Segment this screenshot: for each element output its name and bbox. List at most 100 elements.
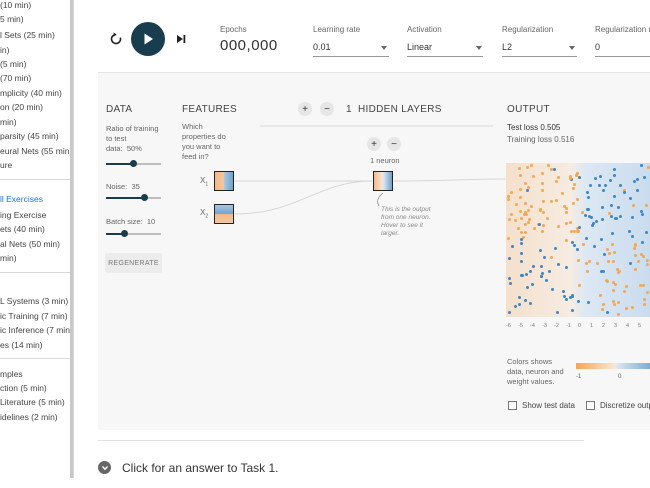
data-point (612, 289, 616, 293)
data-point (540, 188, 544, 192)
feature-x2-node[interactable] (214, 204, 234, 224)
data-point (577, 283, 581, 287)
color-legend-text: Colors shows data, neuron and weight val… (507, 357, 564, 386)
data-point (571, 309, 575, 313)
noise-slider[interactable] (106, 194, 161, 201)
data-point (645, 259, 649, 263)
data-point (601, 189, 605, 193)
slider-thumb[interactable] (121, 230, 129, 237)
data-point (632, 203, 636, 207)
data-point (635, 189, 639, 193)
slider-thumb[interactable] (130, 160, 137, 167)
data-point (586, 191, 590, 195)
data-point (623, 290, 627, 294)
data-point (529, 302, 533, 306)
data-point (562, 290, 566, 294)
data-point (527, 218, 531, 222)
data-point (531, 265, 535, 269)
data-point (523, 230, 527, 234)
sidebar-item[interactable]: mples (0, 369, 23, 379)
data-point (575, 248, 579, 252)
step-button[interactable] (172, 30, 190, 48)
sidebar-item[interactable]: ets (40 min) (0, 224, 45, 234)
x-tick-label: -5 (518, 323, 523, 329)
data-point (514, 304, 517, 308)
sidebar-divider (0, 358, 72, 359)
regularization-rate-value: 0 (595, 42, 601, 52)
sidebar-item[interactable]: eural Nets (55 min) (0, 146, 72, 156)
discretize-output-checkbox[interactable] (586, 401, 595, 410)
slider-thumb[interactable] (141, 194, 148, 201)
sidebar-item[interactable]: (10 min) (0, 0, 31, 10)
data-point (639, 164, 643, 168)
data-point (612, 302, 616, 306)
sidebar-section-header[interactable]: ll Exercises (0, 194, 43, 204)
hidden-neuron-node[interactable] (373, 171, 393, 191)
sidebar-item[interactable]: (70 min) (0, 73, 31, 83)
data-point (511, 244, 515, 248)
data-point (599, 294, 603, 298)
data-point (519, 231, 523, 235)
sidebar-item[interactable]: ing Exercise (0, 210, 46, 220)
data-point (644, 203, 648, 207)
data-point (564, 221, 568, 225)
data-point (541, 182, 545, 186)
data-point (612, 167, 616, 171)
sidebar-item[interactable]: al Nets (50 min) (0, 239, 60, 249)
data-point (525, 165, 529, 169)
data-point (613, 195, 617, 199)
step-icon (177, 35, 186, 43)
sidebar-item[interactable]: idelines (2 min) (0, 412, 58, 422)
data-point (641, 241, 645, 245)
data-point (633, 267, 637, 271)
sidebar-item[interactable]: l Sets (25 min) (0, 30, 55, 40)
features-section-title: FEATURES (182, 104, 237, 115)
sidebar-item[interactable]: ic Training (7 min) (0, 311, 68, 321)
reset-button[interactable] (107, 30, 125, 48)
data-point (545, 216, 549, 220)
sidebar-item[interactable]: Literature (5 min) (0, 397, 65, 407)
output-heatmap[interactable] (506, 163, 650, 317)
sidebar-item[interactable]: ic Inference (7 min) (0, 325, 73, 335)
sidebar-item[interactable]: on (20 min) (0, 102, 43, 112)
sidebar-item[interactable]: ction (5 min) (0, 383, 47, 393)
sidebar-item[interactable]: in) (0, 45, 9, 55)
show-test-data-checkbox[interactable] (508, 401, 517, 410)
data-point (576, 230, 580, 234)
data-point (526, 188, 530, 192)
train-test-ratio-slider[interactable] (106, 160, 161, 167)
sidebar-item[interactable]: (5 min) (0, 59, 26, 69)
add-layer-button[interactable]: + (298, 102, 312, 116)
sidebar-item[interactable]: 5 min) (0, 14, 24, 24)
remove-neuron-button[interactable]: − (387, 137, 401, 151)
data-point (574, 173, 578, 177)
regenerate-button[interactable]: REGENERATE (105, 253, 162, 273)
data-point (507, 237, 511, 241)
data-point (645, 262, 649, 266)
sidebar-item[interactable]: min) (0, 117, 17, 127)
add-neuron-button[interactable]: + (367, 137, 381, 151)
sidebar-item[interactable]: parsity (45 min) (0, 131, 59, 141)
plus-icon: + (371, 138, 377, 150)
learning-rate-value: 0.01 (313, 42, 331, 52)
sidebar-scrollbar[interactable] (70, 0, 73, 478)
sidebar-item[interactable]: es (14 min) (0, 340, 43, 350)
feature-x1-node[interactable] (214, 171, 234, 191)
sidebar-item[interactable]: mplicity (40 min) (0, 88, 62, 98)
data-point (556, 262, 560, 266)
remove-layer-button[interactable]: − (320, 102, 334, 116)
data-point (610, 204, 614, 207)
data-point (520, 259, 524, 263)
sidebar-item[interactable]: L Systems (3 min) (0, 296, 68, 306)
sidebar-item[interactable]: min) (0, 253, 17, 263)
minus-icon: − (391, 138, 397, 150)
regularization-rate-label: Regularization rate (595, 25, 650, 34)
batch-size-slider[interactable] (106, 230, 161, 237)
play-button[interactable] (131, 22, 165, 56)
data-point (527, 186, 531, 190)
data-point (639, 209, 643, 213)
activation-value: Linear (407, 42, 433, 52)
sidebar-item[interactable]: ure (0, 160, 12, 170)
hidden-layer-count: 1 (346, 104, 352, 115)
data-point (586, 196, 590, 200)
